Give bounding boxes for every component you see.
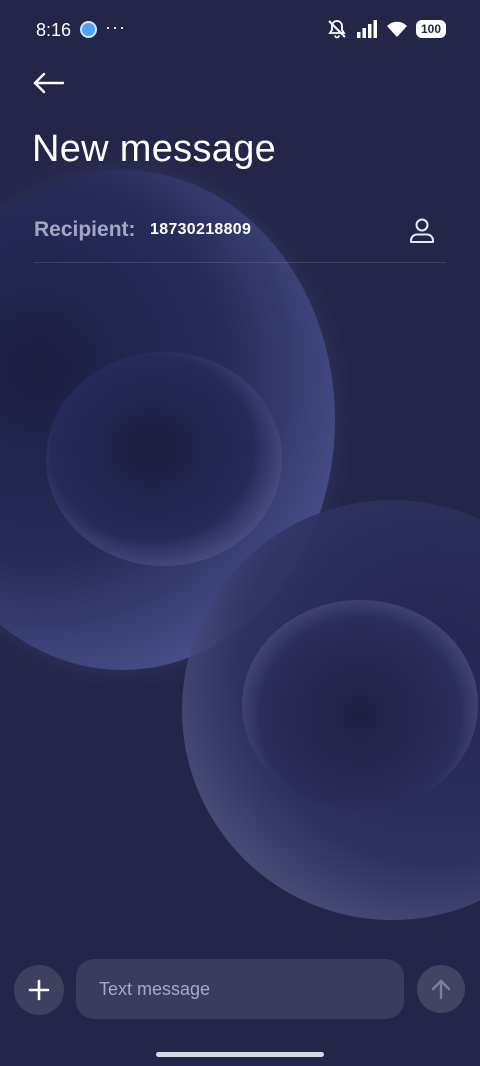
arrow-up-icon — [431, 979, 451, 1000]
recipient-row[interactable]: Recipient: 18730218809 — [34, 210, 446, 263]
bell-off-icon — [328, 20, 346, 39]
notification-app-icon — [80, 21, 97, 38]
message-placeholder: Text message — [99, 979, 211, 999]
status-time: 8:16 — [36, 20, 72, 40]
status-bar: 8:16 ··· 100 — [0, 0, 480, 60]
compose-bar: Text message — [0, 956, 480, 1026]
status-icons: 100 — [326, 18, 446, 40]
more-notifications-icon: ··· — [105, 17, 126, 37]
wallpaper-orb-lower-inner — [242, 600, 478, 810]
recipient-input[interactable]: 18730218809 — [150, 221, 251, 239]
plus-icon — [28, 979, 50, 1001]
message-input[interactable]: Text message — [76, 959, 404, 1019]
contact-picker-button[interactable] — [408, 216, 436, 244]
home-indicator[interactable] — [156, 1052, 324, 1057]
page-title: New message — [32, 128, 277, 170]
battery-indicator: 100 — [415, 20, 446, 38]
add-attachment-button[interactable] — [14, 965, 64, 1015]
wallpaper-orb-inner — [46, 352, 282, 566]
send-button[interactable] — [417, 965, 465, 1013]
arrow-left-icon — [33, 72, 65, 94]
wifi-icon — [386, 21, 407, 37]
person-icon — [410, 218, 434, 243]
signal-icon — [356, 20, 377, 38]
back-button[interactable] — [30, 64, 70, 104]
recipient-label: Recipient: — [34, 218, 136, 241]
